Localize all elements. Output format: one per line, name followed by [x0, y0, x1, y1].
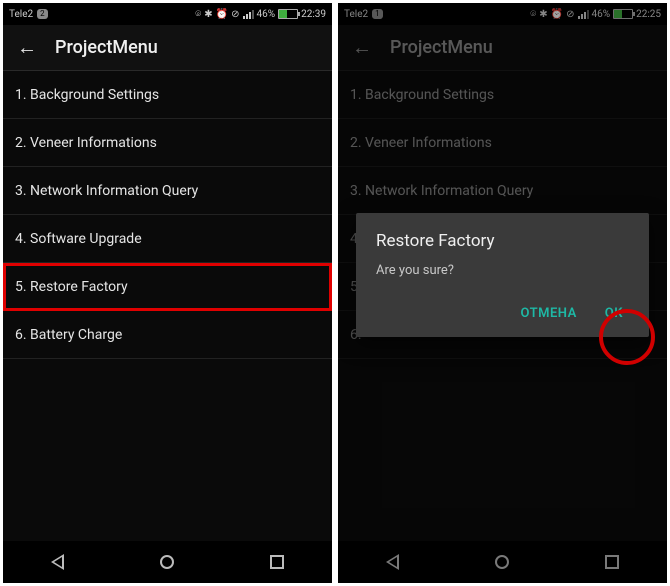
alarm-icon: ⏰ [216, 9, 228, 20]
nav-home-icon[interactable] [160, 555, 174, 569]
dialog-title: Restore Factory [376, 231, 629, 251]
sim-badge: 2 [37, 9, 48, 19]
signal-icon [243, 9, 254, 19]
battery-icon [278, 9, 298, 19]
battery-percent: 46% [257, 9, 276, 20]
clock-label: 22:39 [301, 9, 326, 20]
menu-item-software-upgrade[interactable]: 4. Software Upgrade [3, 215, 332, 263]
menu-item-veneer-informations[interactable]: 2. Veneer Informations [3, 119, 332, 167]
dialog-actions: ОТМЕНА OK [376, 306, 629, 327]
carrier-label: Tele2 [9, 9, 33, 20]
nav-back-icon[interactable] [51, 554, 64, 570]
phone-screen-left: Tele2 2 ⌾ ✱ ⏰ ⊘ 46% 22:39 ← ProjectMenu … [3, 3, 332, 583]
nfc-icon: ⌾ [195, 9, 201, 20]
cancel-button[interactable]: ОТМЕНА [521, 306, 577, 321]
nav-recent-icon[interactable] [270, 555, 284, 569]
menu-item-battery-charge[interactable]: 6. Battery Charge [3, 311, 332, 359]
menu-item-background-settings[interactable]: 1. Background Settings [3, 71, 332, 119]
menu-list: 1. Background Settings 2. Veneer Informa… [3, 71, 332, 359]
menu-item-network-info-query[interactable]: 3. Network Information Query [3, 167, 332, 215]
dialog-message: Are you sure? [376, 263, 629, 278]
bluetooth-icon: ✱ [204, 9, 212, 20]
menu-item-restore-factory[interactable]: 5. Restore Factory [3, 263, 332, 311]
dnd-icon: ⊘ [231, 9, 239, 20]
phone-screen-right: Tele2 1 ⌾ ✱ ⏰ ⊘ 46% 22:25 ← ProjectMenu … [338, 3, 667, 583]
title-bar: ← ProjectMenu [3, 25, 332, 71]
status-bar: Tele2 2 ⌾ ✱ ⏰ ⊘ 46% 22:39 [3, 3, 332, 25]
nav-bar [3, 541, 332, 583]
back-icon[interactable]: ← [17, 35, 37, 60]
page-title: ProjectMenu [55, 37, 158, 58]
annotation-circle-icon [599, 309, 655, 365]
